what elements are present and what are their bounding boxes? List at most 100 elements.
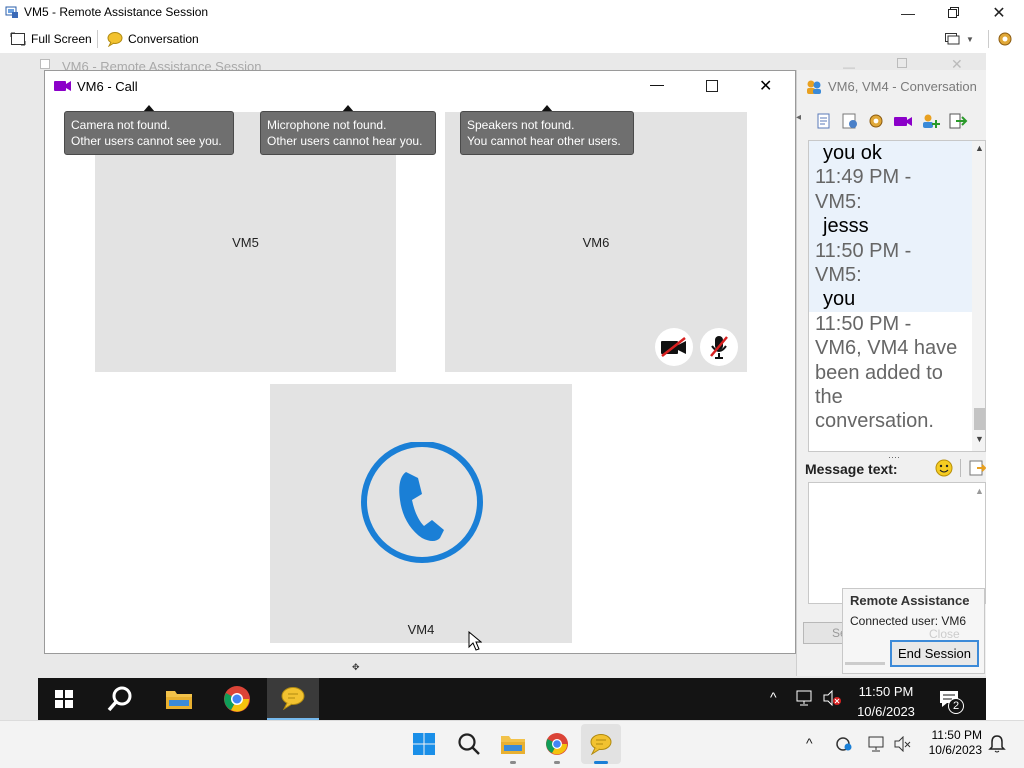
search-icon — [107, 686, 132, 712]
video-call-icon[interactable] — [892, 112, 914, 130]
remote-clock-date: 10/6/2023 — [857, 704, 915, 719]
host-clock[interactable]: 11:50 PM 10/6/2023 — [920, 728, 982, 758]
maximize-button[interactable] — [930, 0, 976, 25]
toolbar-divider — [960, 459, 961, 477]
participant-name: VM6 — [582, 234, 610, 250]
restore-icon — [947, 7, 959, 18]
conversation-close-button[interactable]: Close — [929, 627, 960, 641]
participant-tile-vm4[interactable]: VM4 — [270, 384, 572, 643]
remote-start-button[interactable] — [38, 678, 90, 720]
remote-show-hidden-icons-chevron-icon[interactable]: ^ — [770, 689, 777, 705]
host-file-explorer-button[interactable] — [493, 724, 533, 764]
active-indicator — [594, 761, 608, 764]
history-line: 11:50 PM - — [809, 238, 985, 264]
camera-toggle-button[interactable] — [655, 328, 693, 366]
tooltip-line: You cannot hear other users. — [467, 134, 621, 148]
fullscreen-button[interactable]: Full Screen — [10, 28, 92, 50]
remote-search-button[interactable] — [94, 678, 146, 720]
user-info-icon[interactable] — [840, 112, 860, 130]
tooltip-line: Microphone not found. — [267, 118, 387, 132]
ra-popup-grip — [845, 662, 885, 665]
message-input[interactable] — [808, 482, 986, 604]
message-scroll-up-icon[interactable]: ▲ — [975, 486, 984, 496]
history-line: VM6, VM4 have — [815, 337, 958, 360]
gear-icon — [998, 32, 1012, 46]
tooltip-line: Speakers not found. — [467, 118, 575, 132]
conversation-icon — [107, 32, 123, 47]
conversation-toolbar — [814, 110, 986, 132]
host-start-button[interactable] — [404, 724, 444, 764]
remote-conversation-app-button[interactable] — [267, 678, 319, 720]
minimize-icon: — — [901, 4, 915, 21]
remote-file-explorer-button[interactable] — [153, 678, 205, 720]
running-indicator — [554, 761, 560, 764]
host-show-hidden-icons-chevron-icon[interactable]: ^ — [806, 735, 813, 751]
remote-assistance-app-icon — [5, 5, 19, 19]
remote-network-icon[interactable] — [796, 690, 816, 706]
history-icon[interactable] — [814, 112, 834, 130]
history-line: VM5: — [809, 189, 985, 215]
conversation-button[interactable]: Conversation — [107, 28, 199, 50]
host-clock-date: 10/6/2023 — [928, 743, 982, 757]
display-options-button[interactable]: ▼ — [944, 29, 978, 49]
scroll-down-icon[interactable]: ▼ — [975, 434, 984, 444]
toolbar-overflow-chevron-icon[interactable]: ◂ — [796, 112, 801, 123]
remote-action-center-button[interactable]: 2 — [937, 688, 965, 716]
conversation-title: VM6, VM4 - Conversation — [828, 79, 977, 94]
call-close-button[interactable]: ✕ — [759, 76, 772, 96]
background-window-icon — [40, 58, 50, 69]
send-file-icon — [969, 460, 987, 476]
emoticon-button[interactable] — [935, 459, 953, 477]
remote-chrome-button[interactable] — [211, 678, 263, 720]
windows-logo-icon — [55, 690, 73, 708]
ra-connected-user: Connected user: VM6 — [850, 614, 967, 628]
monitor-icon — [945, 33, 960, 45]
history-line: jesss — [809, 214, 985, 239]
remote-volume-muted-icon[interactable] — [822, 689, 842, 707]
end-session-button[interactable]: End Session — [890, 640, 979, 667]
host-notification-button[interactable] — [988, 734, 1006, 754]
call-maximize-button[interactable] — [706, 80, 718, 92]
bell-icon — [988, 735, 1006, 753]
conversation-history[interactable]: you ok 11:49 PM - VM5: jesss 11:50 PM - … — [808, 140, 986, 452]
host-network-icon[interactable] — [868, 736, 886, 752]
send-file-button[interactable] — [968, 459, 987, 477]
host-search-button[interactable] — [449, 724, 489, 764]
participant-name: VM4 — [407, 622, 435, 637]
minimize-icon: — — [650, 76, 664, 92]
host-weather-icon[interactable] — [835, 736, 853, 752]
camera-off-icon — [661, 337, 686, 357]
conversation-icon — [281, 687, 305, 710]
host-volume-muted-icon[interactable] — [893, 735, 911, 753]
phone-call-icon — [361, 442, 483, 563]
host-remote-assistance-button[interactable] — [581, 724, 621, 764]
remote-clock[interactable]: 11:50 PM 10/6/2023 — [852, 682, 920, 722]
host-chrome-button[interactable] — [537, 724, 577, 764]
exit-conversation-icon[interactable] — [948, 112, 968, 130]
tooltip-line: Other users cannot hear you. — [267, 134, 423, 148]
fullscreen-label: Full Screen — [31, 32, 92, 46]
scroll-up-icon[interactable]: ▲ — [975, 143, 984, 153]
history-line: VM5: — [809, 263, 985, 288]
participant-name: VM5 — [232, 234, 259, 250]
scroll-thumb[interactable] — [974, 408, 985, 430]
search-icon — [458, 733, 480, 755]
folder-icon — [501, 736, 525, 754]
minimize-button[interactable]: — — [885, 0, 931, 25]
microphone-off-icon — [710, 336, 728, 359]
tooltip-line: Camera not found. — [71, 118, 171, 132]
history-scrollbar[interactable] — [972, 141, 985, 451]
microphone-not-found-tooltip: Microphone not found. Other users cannot… — [260, 111, 436, 155]
mouse-cursor-icon — [468, 631, 482, 651]
microphone-toggle-button[interactable] — [700, 328, 738, 366]
remote-clock-time: 11:50 PM — [858, 684, 914, 699]
settings-button[interactable] — [996, 30, 1014, 48]
windows-logo-icon — [413, 733, 435, 755]
close-button[interactable]: ✕ — [976, 0, 1022, 25]
video-call-icon — [54, 80, 72, 92]
call-minimize-button[interactable]: — — [650, 76, 664, 92]
history-line: conversation. — [815, 410, 934, 433]
add-user-icon[interactable] — [920, 112, 942, 130]
settings-gear-icon[interactable] — [866, 112, 886, 130]
history-line: 11:49 PM - — [809, 165, 985, 190]
